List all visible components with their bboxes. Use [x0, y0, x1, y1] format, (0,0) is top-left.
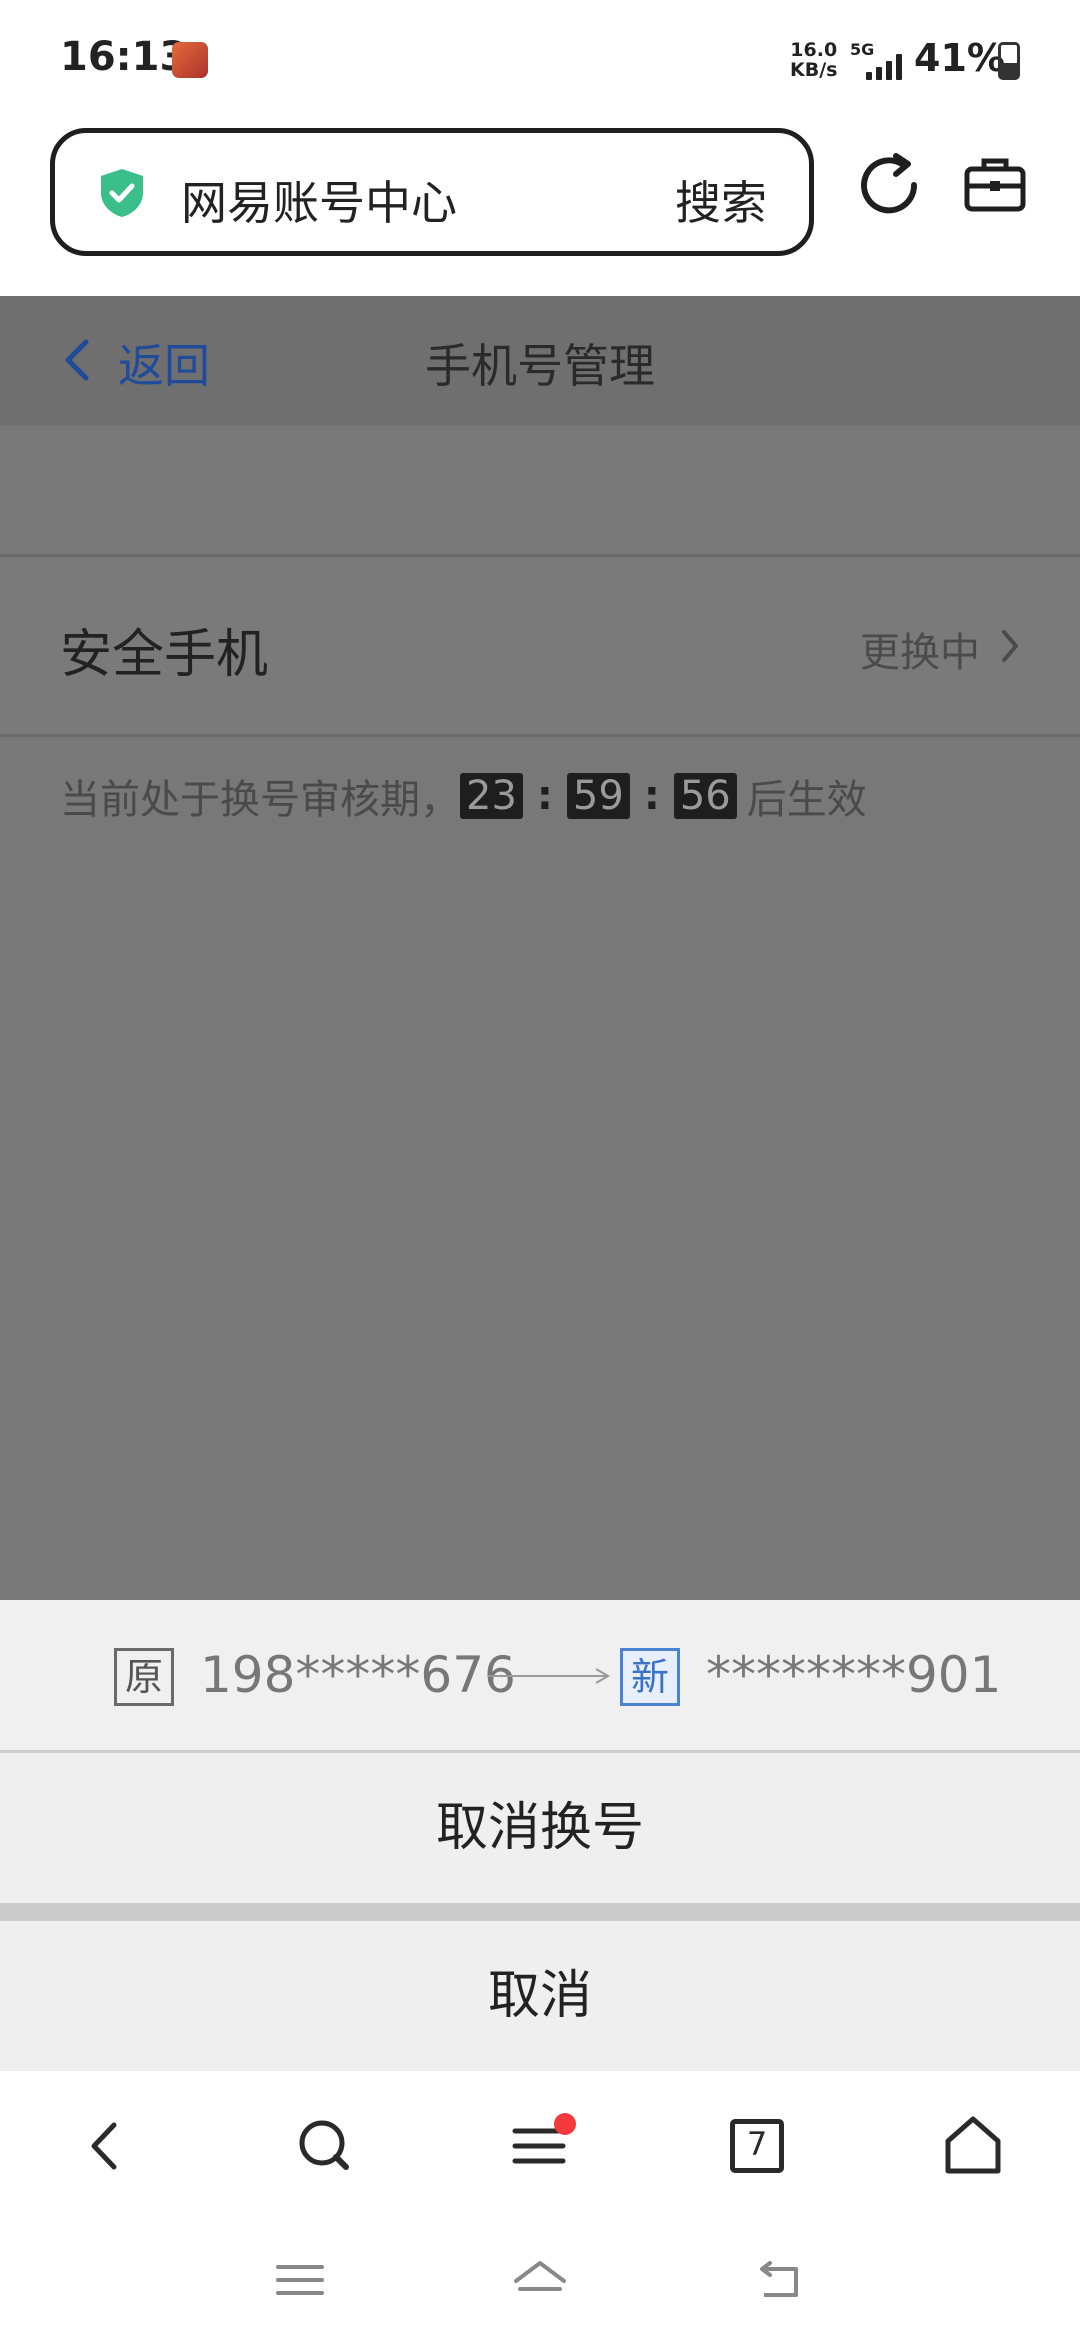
notification-app-icon: [172, 42, 208, 78]
divider: [0, 554, 1080, 557]
browser-toolbar: 7: [0, 2071, 1080, 2221]
new-number: ********901: [706, 1646, 1002, 1704]
arrow-right-icon: [488, 1668, 610, 1684]
signal-icon: [866, 54, 906, 80]
new-number-tag: 新: [620, 1648, 680, 1706]
system-back-icon[interactable]: [750, 2255, 810, 2305]
review-notice: 当前处于换号审核期， 23 : 59 : 56 后生效: [60, 766, 867, 826]
cancel-button[interactable]: 取消: [0, 1921, 1080, 2071]
home-icon[interactable]: [938, 2111, 1008, 2181]
battery-icon: [998, 42, 1020, 80]
countdown-separator: :: [536, 773, 553, 819]
network-speed-unit: KB/s: [790, 59, 838, 81]
nav-bar: 返回 手机号管理: [0, 296, 1080, 426]
back-arrow-icon[interactable]: [72, 2111, 142, 2181]
tab-count: 7: [746, 2125, 768, 2163]
recents-icon[interactable]: [270, 2255, 330, 2305]
divider: [0, 734, 1080, 737]
search-button[interactable]: 搜索: [675, 167, 767, 233]
battery-percent: 41%: [914, 36, 1005, 80]
reload-icon[interactable]: [856, 152, 922, 218]
security-phone-row[interactable]: 安全手机 更换中: [0, 558, 1080, 734]
status-bar: 16:13 16.0 KB/s 5G 41%: [0, 0, 1080, 120]
change-status: 更换中: [860, 630, 980, 676]
countdown-separator: :: [643, 773, 660, 819]
system-navigation-bar: [0, 2221, 1080, 2344]
old-number-tag: 原: [114, 1648, 174, 1706]
old-number: 198*****676: [200, 1646, 516, 1704]
system-home-icon[interactable]: [510, 2255, 570, 2305]
address-text[interactable]: 网易账号中心: [181, 167, 457, 233]
countdown-seconds: 56: [673, 773, 737, 819]
network-speed-value: 16.0: [790, 39, 838, 61]
page-overlay: 返回 手机号管理 安全手机 更换中 当前处于换号审核期， 23 : 59 : 5…: [0, 296, 1080, 1600]
toolbox-icon[interactable]: [962, 152, 1028, 218]
number-change-info: 原 198*****676 新 ********901: [0, 1600, 1080, 1750]
tabs-icon[interactable]: 7: [722, 2111, 792, 2181]
search-icon[interactable]: [290, 2111, 360, 2181]
security-phone-label: 安全手机: [60, 625, 269, 685]
shield-check-icon: [101, 169, 143, 217]
page-title: 手机号管理: [425, 339, 655, 393]
divider: [0, 1903, 1080, 1921]
network-speed: 16.0 KB/s: [790, 40, 837, 80]
cancel-change-button[interactable]: 取消换号: [0, 1753, 1080, 1903]
countdown-minutes: 59: [566, 773, 630, 819]
notification-dot: [554, 2113, 576, 2135]
chevron-right-icon: [1002, 630, 1018, 662]
notice-prefix: 当前处于换号审核期，: [60, 777, 460, 823]
notice-suffix: 后生效: [746, 777, 867, 823]
countdown-hours: 23: [460, 773, 523, 819]
address-bar[interactable]: 网易账号中心 搜索: [50, 128, 814, 256]
status-time: 16:13: [60, 34, 188, 80]
